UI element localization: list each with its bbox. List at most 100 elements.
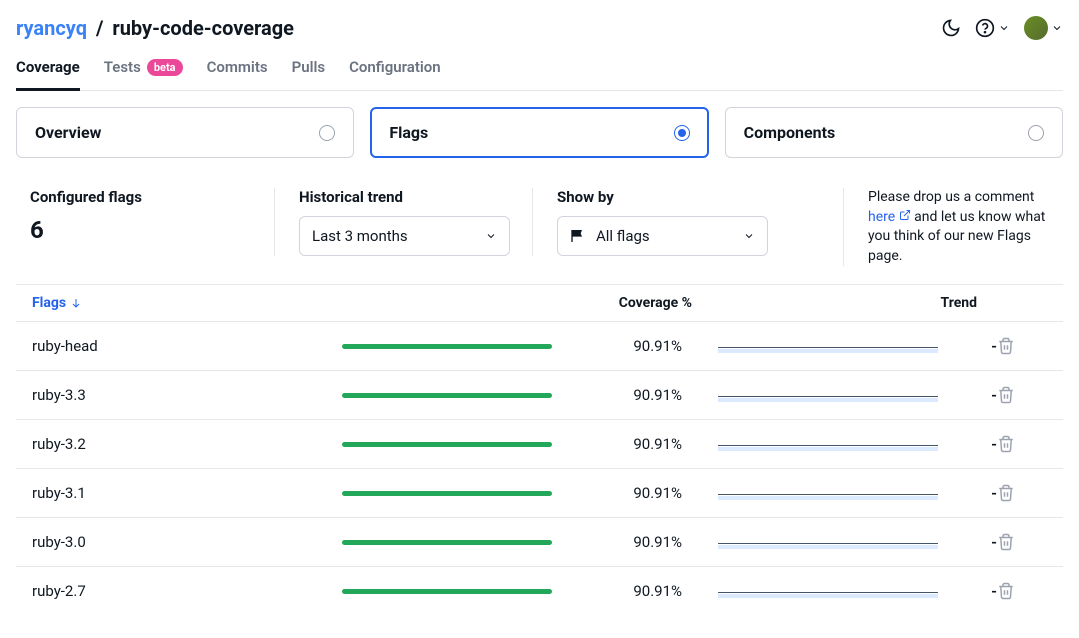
- coverage-bar: [342, 589, 582, 594]
- sub-tab-label: Flags: [389, 123, 428, 142]
- top-icons: [941, 16, 1063, 40]
- showby-select[interactable]: All flags: [557, 216, 768, 256]
- configured-flags-block: Configured flags 6: [16, 188, 256, 244]
- trash-icon: [997, 337, 1015, 355]
- table-row: ruby-3.3 90.91% -: [16, 370, 1063, 419]
- trend-value: -: [938, 386, 997, 404]
- sort-down-icon: [70, 297, 82, 309]
- showby-title: Show by: [557, 188, 768, 206]
- tab-coverage[interactable]: Coverage: [16, 50, 80, 91]
- flag-name[interactable]: ruby-2.7: [32, 582, 342, 600]
- table-row: ruby-3.2 90.91% -: [16, 419, 1063, 468]
- column-flags[interactable]: Flags: [32, 295, 342, 311]
- nav-tabs: Coverage Tests beta Commits Pulls Config…: [16, 50, 1063, 91]
- feedback-text: Please drop us a comment here and let us…: [843, 188, 1063, 266]
- trend-value: -: [938, 582, 997, 600]
- coverage-percent: 90.91%: [582, 533, 682, 551]
- coverage-bar: [342, 344, 582, 349]
- coverage-percent: 90.91%: [582, 435, 682, 453]
- column-flags-label: Flags: [32, 295, 66, 311]
- table-body: ruby-head 90.91% - ruby-3.3 90.91% - rub…: [16, 321, 1063, 615]
- top-bar: ryancyq / ruby-code-coverage: [16, 16, 1063, 40]
- trash-icon: [997, 533, 1015, 551]
- delete-button[interactable]: [997, 435, 1047, 453]
- table-row: ruby-3.1 90.91% -: [16, 468, 1063, 517]
- trend-value: -: [938, 484, 997, 502]
- trash-icon: [997, 484, 1015, 502]
- feedback-pre: Please drop us a comment: [868, 189, 1034, 205]
- tab-pulls[interactable]: Pulls: [292, 50, 326, 91]
- flag-name[interactable]: ruby-3.2: [32, 435, 342, 453]
- breadcrumb: ryancyq / ruby-code-coverage: [16, 16, 294, 40]
- avatar: [1024, 16, 1048, 40]
- delete-button[interactable]: [997, 484, 1047, 502]
- trend-sparkline: [682, 437, 938, 451]
- configured-flags-title: Configured flags: [30, 188, 252, 206]
- coverage-bar: [342, 491, 582, 496]
- trend-value: -: [938, 337, 997, 355]
- flag-name[interactable]: ruby-3.1: [32, 484, 342, 502]
- feedback-link[interactable]: here: [868, 209, 911, 225]
- feedback-link-text: here: [868, 209, 895, 225]
- radio-off-icon: [319, 125, 335, 141]
- trend-sparkline: [682, 388, 938, 402]
- flag-icon: [570, 228, 586, 244]
- user-menu[interactable]: [1024, 16, 1063, 40]
- trend-select-value: Last 3 months: [312, 227, 408, 245]
- delete-button[interactable]: [997, 533, 1047, 551]
- sub-tab-label: Components: [744, 123, 836, 142]
- sub-tab-label: Overview: [35, 123, 101, 142]
- tab-tests[interactable]: Tests beta: [104, 50, 183, 91]
- tab-tests-label: Tests: [104, 58, 141, 76]
- flag-name[interactable]: ruby-3.0: [32, 533, 342, 551]
- chevron-down-icon: [998, 22, 1010, 34]
- sub-tabs: Overview Flags Components: [16, 107, 1063, 158]
- coverage-percent: 90.91%: [582, 582, 682, 600]
- showby-block: Show by All flags: [532, 188, 772, 256]
- breadcrumb-repo[interactable]: ruby-code-coverage: [112, 16, 294, 40]
- delete-button[interactable]: [997, 386, 1047, 404]
- coverage-bar: [342, 442, 582, 447]
- help-menu[interactable]: [975, 18, 1010, 38]
- trend-sparkline: [682, 339, 938, 353]
- showby-select-value: All flags: [596, 227, 650, 245]
- trend-sparkline: [682, 486, 938, 500]
- tab-commits[interactable]: Commits: [207, 50, 268, 91]
- trend-sparkline: [682, 584, 938, 598]
- table-header: Flags Coverage % Trend: [16, 285, 1063, 321]
- trash-icon: [997, 435, 1015, 453]
- delete-button[interactable]: [997, 582, 1047, 600]
- chevron-down-icon: [485, 230, 497, 242]
- sub-tab-flags[interactable]: Flags: [370, 107, 708, 158]
- trend-value: -: [938, 533, 997, 551]
- flag-name[interactable]: ruby-head: [32, 337, 342, 355]
- breadcrumb-owner[interactable]: ryancyq: [16, 16, 87, 40]
- radio-on-icon: [674, 125, 690, 141]
- sub-tab-components[interactable]: Components: [725, 107, 1063, 158]
- column-coverage[interactable]: Coverage %: [342, 295, 692, 311]
- trash-icon: [997, 582, 1015, 600]
- breadcrumb-separator: /: [92, 16, 107, 40]
- tab-configuration[interactable]: Configuration: [349, 50, 441, 91]
- trend-value: -: [938, 435, 997, 453]
- coverage-bar: [342, 393, 582, 398]
- trash-icon: [997, 386, 1015, 404]
- chevron-down-icon: [1051, 22, 1063, 34]
- beta-badge: beta: [147, 59, 183, 76]
- theme-toggle-icon[interactable]: [941, 18, 961, 38]
- table-row: ruby-head 90.91% -: [16, 321, 1063, 370]
- coverage-percent: 90.91%: [582, 484, 682, 502]
- configured-flags-count: 6: [30, 216, 252, 244]
- sub-tab-overview[interactable]: Overview: [16, 107, 354, 158]
- coverage-percent: 90.91%: [582, 337, 682, 355]
- trend-select[interactable]: Last 3 months: [299, 216, 510, 256]
- trend-sparkline: [682, 535, 938, 549]
- flag-name[interactable]: ruby-3.3: [32, 386, 342, 404]
- radio-off-icon: [1028, 125, 1044, 141]
- delete-button[interactable]: [997, 337, 1047, 355]
- table-row: ruby-2.7 90.91% -: [16, 566, 1063, 615]
- coverage-bar: [342, 540, 582, 545]
- column-trend[interactable]: Trend: [692, 295, 1047, 311]
- trend-block: Historical trend Last 3 months: [274, 188, 514, 256]
- controls-bar: Configured flags 6 Historical trend Last…: [16, 176, 1063, 285]
